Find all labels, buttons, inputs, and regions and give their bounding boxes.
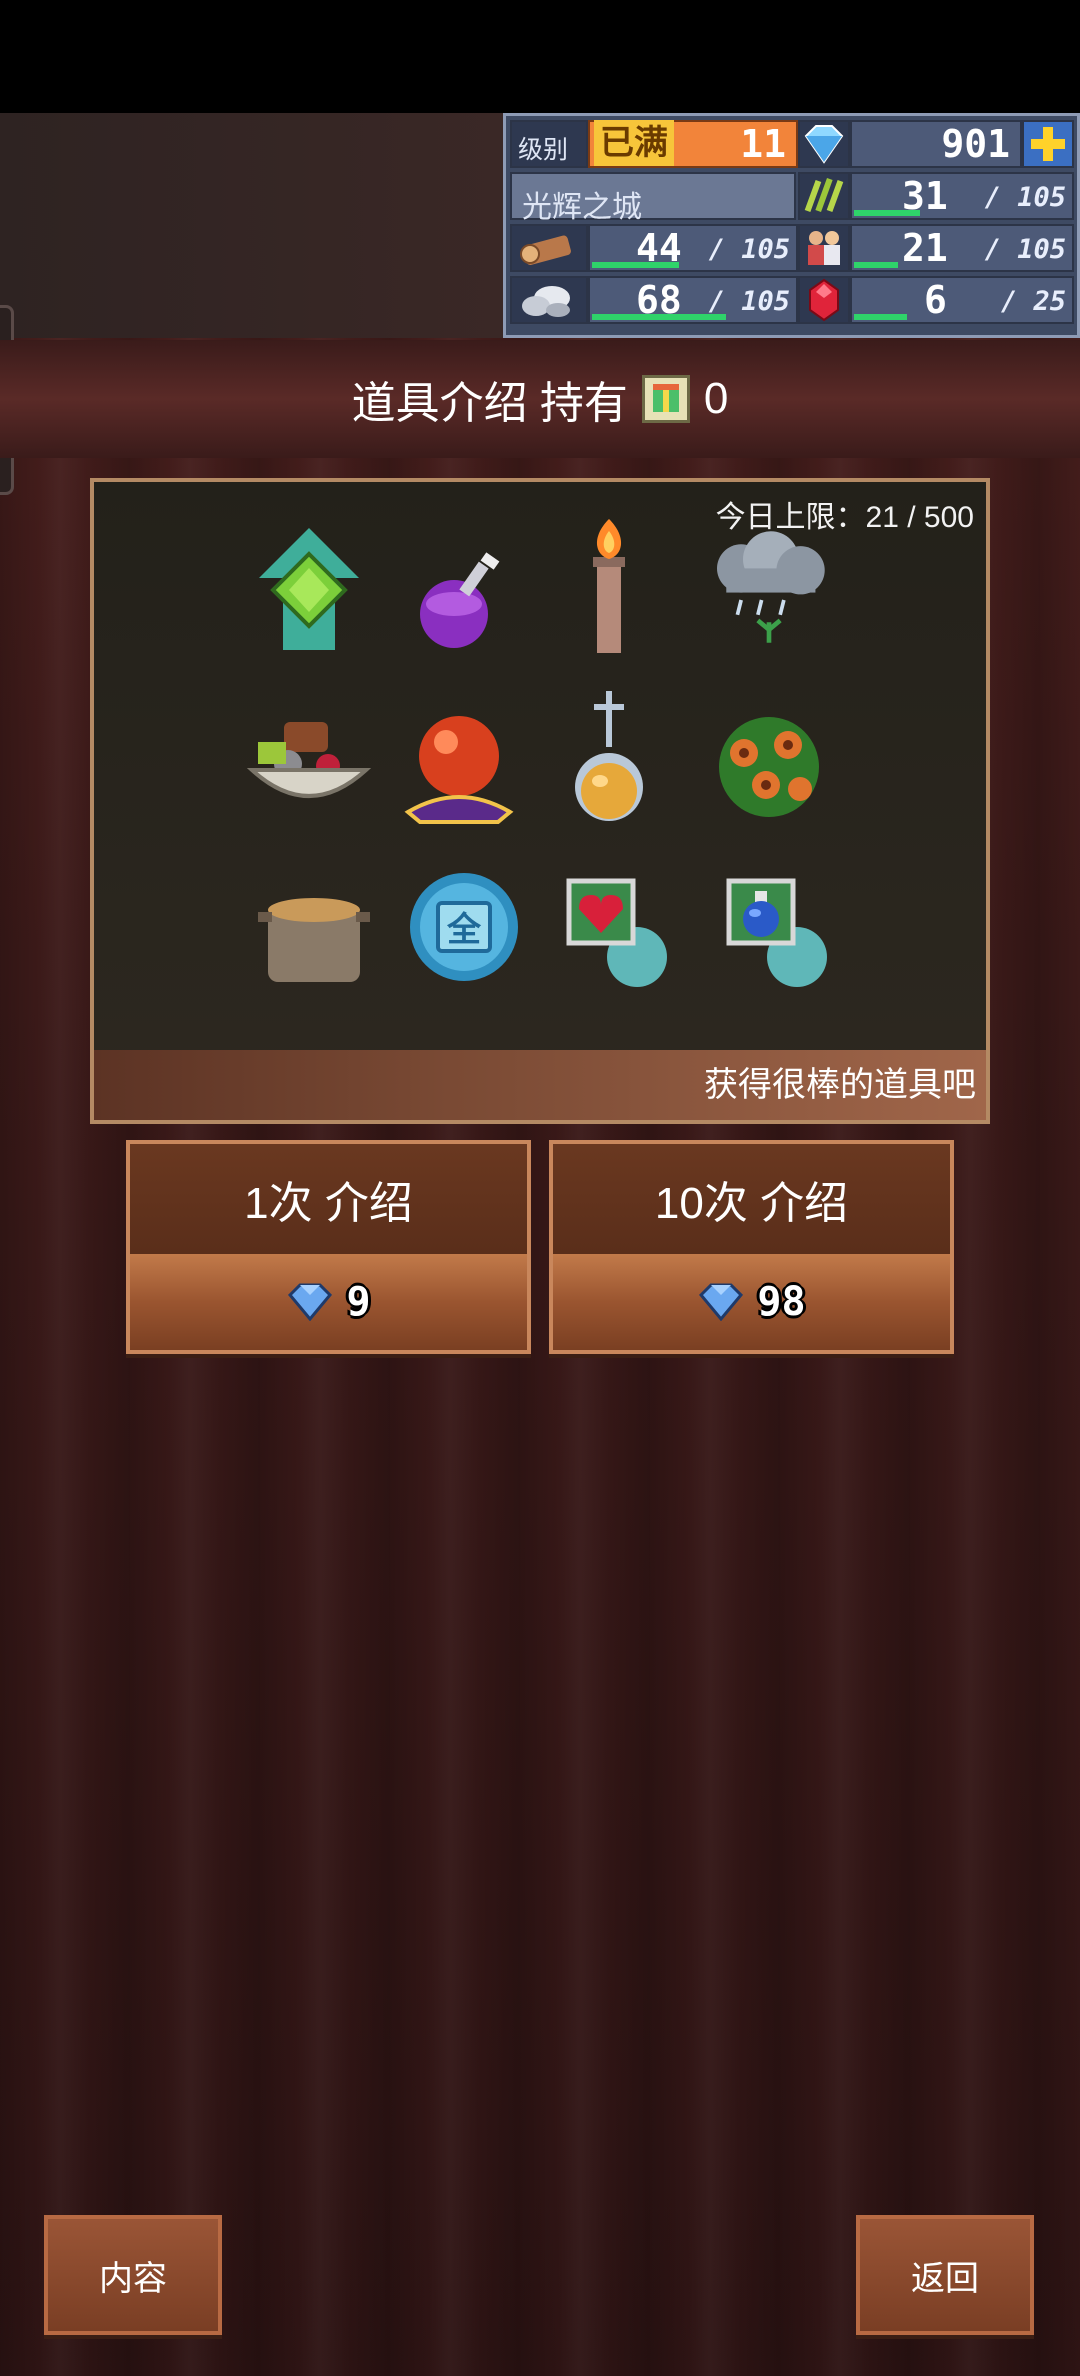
add-gems-button[interactable] bbox=[1022, 120, 1074, 168]
level-value: 11 bbox=[740, 122, 786, 166]
draw-ten-label: 10次 介绍 bbox=[654, 1179, 849, 1228]
wood-cell: 44 / 105 bbox=[588, 224, 798, 272]
workers-max: / 105 bbox=[984, 234, 1066, 265]
stone-max: / 105 bbox=[708, 286, 790, 317]
town-name: 光辉之城 bbox=[522, 191, 642, 224]
showcase-footer: 获得很棒的道具吧 bbox=[94, 1050, 986, 1120]
draw-once-cost: 9 bbox=[346, 1279, 371, 1325]
ruby-progress bbox=[854, 314, 907, 320]
ruby-max: / 25 bbox=[1000, 286, 1066, 317]
level-cell: 级别 bbox=[510, 120, 588, 168]
draw-ten-button[interactable]: 10次 介绍 98 bbox=[549, 1140, 954, 1354]
rain-cloud-icon bbox=[704, 522, 834, 652]
blue-coin-glyph: 全 bbox=[446, 910, 482, 950]
stone-icon-cell bbox=[510, 276, 588, 324]
diamond-icon bbox=[804, 125, 844, 164]
gift-ticket-icon bbox=[641, 375, 690, 423]
town-name-cell: 光辉之城 bbox=[510, 172, 796, 224]
potion-card-icon bbox=[714, 872, 844, 1002]
wood-max: / 105 bbox=[708, 234, 790, 265]
workers-value: 21 bbox=[902, 226, 948, 270]
flower-bush-icon bbox=[704, 697, 834, 827]
stone-icon bbox=[522, 286, 570, 317]
back-button[interactable]: 返回 bbox=[856, 2215, 1034, 2335]
workers-progress bbox=[854, 262, 898, 268]
gem-count: 901 bbox=[941, 122, 1010, 166]
draw-ten-cost: 98 bbox=[757, 1279, 806, 1325]
wood-icon-cell bbox=[510, 224, 588, 272]
content-button[interactable]: 内容 bbox=[44, 2215, 222, 2335]
content-button-label: 内容 bbox=[99, 2259, 167, 2298]
workers-icon-cell bbox=[798, 224, 850, 272]
torch-icon bbox=[544, 519, 674, 653]
food-cell: 31 / 105 bbox=[850, 172, 1074, 220]
resource-panel: 级别 已满 11 901 光辉之城 31 / 105 44 / 105 21 /… bbox=[503, 113, 1080, 338]
ruby-cell: 6 / 25 bbox=[850, 276, 1074, 324]
gem-icon-cell bbox=[798, 120, 850, 168]
back-button-label: 返回 bbox=[911, 2259, 979, 2298]
soup-pot-icon bbox=[249, 872, 379, 1002]
held-count: 0 bbox=[703, 374, 729, 423]
stone-progress bbox=[592, 314, 726, 320]
villagers-icon bbox=[808, 231, 840, 265]
wood-progress bbox=[592, 262, 679, 268]
ruby-icon-cell bbox=[798, 276, 850, 324]
page-header: 道具介绍 持有 0 bbox=[0, 340, 1080, 458]
plus-icon bbox=[1031, 127, 1065, 161]
workers-cell: 21 / 105 bbox=[850, 224, 1074, 272]
page-title: 道具介绍 持有 bbox=[351, 379, 628, 428]
crystal-ball-icon bbox=[394, 702, 524, 832]
ruby-icon bbox=[809, 278, 839, 322]
log-icon bbox=[520, 235, 571, 265]
wheat-icon bbox=[804, 177, 844, 213]
diamond-icon bbox=[288, 1283, 333, 1321]
gem-count-cell: 901 bbox=[850, 120, 1022, 168]
level-badge: 已满 bbox=[594, 120, 674, 166]
ruby-value: 6 bbox=[924, 278, 947, 322]
food-basket-icon bbox=[244, 692, 374, 822]
food-icon-cell bbox=[798, 172, 850, 220]
diamond-icon bbox=[699, 1283, 744, 1321]
status-bar bbox=[0, 0, 1080, 113]
blue-coin-icon: 全 bbox=[399, 862, 529, 992]
heart-card-icon bbox=[554, 872, 684, 1002]
level-label: 级别 bbox=[518, 136, 569, 164]
level-bar: 已满 11 bbox=[588, 120, 798, 168]
green-gem-arrow-icon bbox=[244, 524, 374, 654]
item-showcase: 今日上限：21 / 500 全 获得很棒的道具吧 bbox=[90, 478, 990, 1124]
golden-flask-icon bbox=[544, 691, 674, 822]
food-max: / 105 bbox=[984, 182, 1066, 213]
stone-cell: 68 / 105 bbox=[588, 276, 798, 324]
draw-once-button[interactable]: 1次 介绍 9 bbox=[126, 1140, 531, 1354]
food-progress bbox=[854, 210, 920, 216]
draw-once-label: 1次 介绍 bbox=[244, 1179, 413, 1228]
purple-potion-icon bbox=[394, 542, 524, 672]
